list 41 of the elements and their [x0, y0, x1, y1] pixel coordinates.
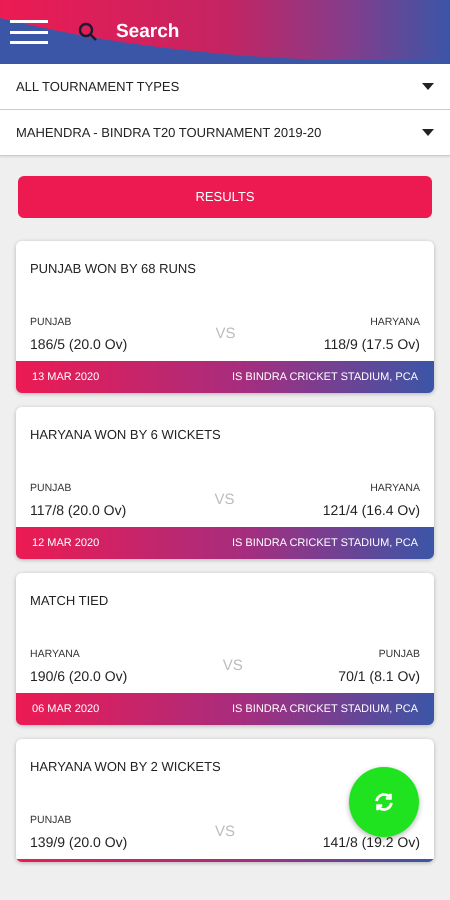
- search-label[interactable]: Search: [116, 18, 180, 46]
- team-score: 139/9 (20.0 Ov): [30, 833, 128, 852]
- match-venue: IS BINDRA CRICKET STADIUM, PCA: [232, 536, 418, 551]
- versus-label: VS: [216, 324, 236, 344]
- team-score: 190/6 (20.0 Ov): [30, 667, 128, 686]
- team-name: PUNJAB: [30, 315, 72, 330]
- versus-label: VS: [214, 490, 234, 510]
- match-result: HARYANA WON BY 2 WICKETS: [30, 758, 221, 776]
- team-name: PUNJAB: [378, 647, 420, 662]
- results-button[interactable]: RESULTS: [18, 176, 432, 218]
- menu-button[interactable]: [10, 17, 48, 47]
- match-card[interactable]: PUNJAB WON BY 68 RUNS PUNJAB 186/5 (20.0 Ov) VS HARYANA 118/9 (17.5 Ov) 13 MAR 2020 IS BINDRA CRICKET STADIUM, PCA: [16, 241, 434, 393]
- team-score: 121/4 (16.4 Ov): [322, 501, 420, 520]
- match-card[interactable]: MATCH TIED HARYANA 190/6 (20.0 Ov) VS PUNJAB 70/1 (8.1 Ov) 06 MAR 2020 IS BINDRA CRICKET STADIUM, PCA: [16, 573, 434, 725]
- caret-icon: [422, 129, 434, 136]
- team-name: HARYANA: [370, 481, 420, 496]
- team-score: 118/9 (17.5 Ov): [324, 335, 420, 354]
- refresh-icon: [373, 791, 395, 813]
- team-score: 186/5 (20.0 Ov): [30, 335, 128, 354]
- match-venue: IS BINDRA CRICKET STADIUM, PCA: [232, 370, 418, 385]
- caret-icon: [422, 83, 434, 90]
- versus-label: VS: [222, 656, 243, 676]
- match-result: PUNJAB WON BY 68 RUNS: [30, 260, 196, 278]
- match-card[interactable]: HARYANA WON BY 2 WICKETS PUNJAB 139/9 (20.0 Ov) VS 141/8 (19.2 Ov): [16, 739, 434, 862]
- versus-label: VS: [214, 822, 235, 842]
- team-name: PUNJAB: [30, 813, 72, 828]
- match-date: 13 MAR 2020: [32, 370, 100, 385]
- team-name: HARYANA: [370, 315, 420, 330]
- match-date: 06 MAR 2020: [32, 702, 100, 717]
- match-result: HARYANA WON BY 6 WICKETS: [30, 426, 221, 444]
- match-card[interactable]: HARYANA WON BY 6 WICKETS PUNJAB 117/8 (20.0 Ov) VS HARYANA 121/4 (16.4 Ov) 12 MAR 2020 IS BINDRA CRICKET STADIUM, PCA: [16, 407, 434, 559]
- team-score: 141/8 (19.2 Ov): [322, 833, 420, 852]
- team-score: 117/8 (20.0 Ov): [30, 501, 126, 520]
- team-score: 70/1 (8.1 Ov): [338, 667, 420, 686]
- team-name: PUNJAB: [30, 481, 72, 496]
- match-result: MATCH TIED: [30, 592, 108, 610]
- match-venue: IS BINDRA CRICKET STADIUM, PCA: [232, 702, 418, 717]
- filter-dropdown[interactable]: ALL TOURNAMENT TYPES: [0, 64, 450, 110]
- filter-dropdown[interactable]: MAHENDRA - BINDRA T20 TOURNAMENT 2019-20: [0, 110, 450, 156]
- team-name: HARYANA: [30, 647, 80, 662]
- match-date: 12 MAR 2020: [32, 536, 100, 551]
